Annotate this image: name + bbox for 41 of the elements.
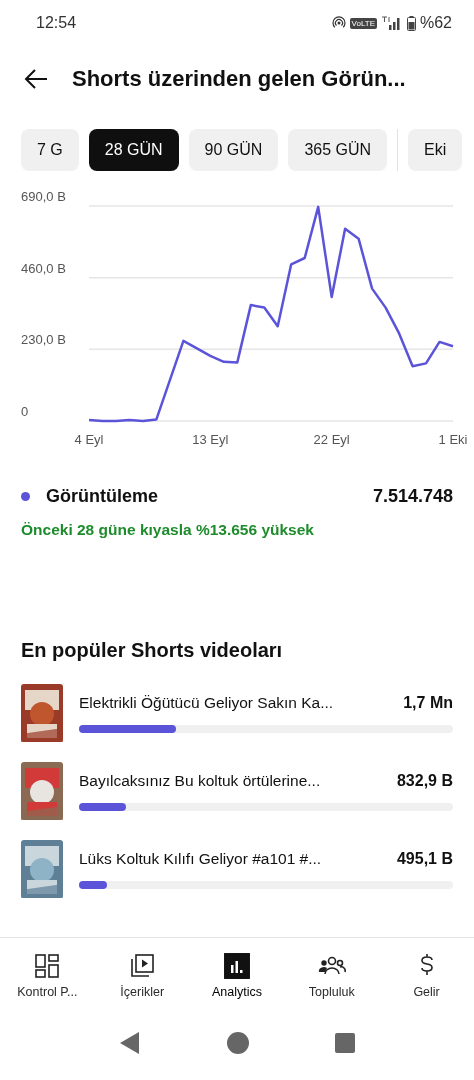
range-chip[interactable]: 365 GÜN xyxy=(288,129,388,171)
nav-tab[interactable]: Gelir xyxy=(379,940,474,1012)
metric-value: 7.514.748 xyxy=(372,486,453,507)
x-axis-label: 22 Eyl xyxy=(313,432,350,447)
nav-tab[interactable]: Topluluk xyxy=(284,940,380,1012)
x-axis-label: 13 Eyl xyxy=(192,432,229,447)
battery-icon xyxy=(406,15,416,31)
y-axis-label: 690,0 B xyxy=(21,189,66,204)
view-count: 832,9 B xyxy=(396,771,453,790)
video-title[interactable]: Lüks Koltuk Kılıfı Geliyor #a101 #... xyxy=(79,849,322,868)
range-chip[interactable]: 90 GÜN xyxy=(188,129,279,171)
status-time: 12:54 xyxy=(36,14,77,32)
view-count: 495,1 B xyxy=(396,849,453,868)
back-button[interactable] xyxy=(22,67,50,91)
x-axis-label: 1 Eki xyxy=(438,432,468,447)
y-axis-label: 0 xyxy=(21,404,29,419)
nav-tab[interactable]: İçerikler xyxy=(94,940,190,1012)
range-chip[interactable]: Eki xyxy=(408,129,463,171)
analytics-icon xyxy=(224,953,250,979)
range-chip[interactable]: 28 GÜN xyxy=(88,129,179,171)
video-title[interactable]: Elektrikli Öğütücü Geliyor Sakın Ka... xyxy=(79,693,334,712)
y-axis-label: 230,0 B xyxy=(21,332,66,348)
back-nav-icon[interactable] xyxy=(119,1031,141,1055)
nav-tab[interactable]: Kontrol P... xyxy=(0,940,95,1012)
metric-label: Görüntüleme xyxy=(46,486,159,507)
home-nav-icon[interactable] xyxy=(227,1032,249,1054)
comparison-text: Önceki 28 güne kıyasla %13.656 yüksek xyxy=(21,521,315,539)
battery-level: %62 xyxy=(419,14,452,32)
network-badge: VoLTE xyxy=(349,17,377,29)
video-title[interactable]: Bayılcaksınız Bu koltuk örtülerine... xyxy=(79,771,321,790)
y-axis-label: 460,0 B xyxy=(21,260,66,276)
nav-tab[interactable]: Analytics xyxy=(189,940,285,1012)
video-library-icon xyxy=(129,953,156,979)
section-title: En popüler Shorts videoları xyxy=(21,639,284,662)
view-count: 1,7 Mn xyxy=(403,693,453,712)
signal-icon xyxy=(380,16,403,30)
dashboard-icon xyxy=(34,953,61,979)
x-axis-label: 4 Eyl xyxy=(74,432,104,447)
range-chip[interactable]: 7 G xyxy=(21,129,79,171)
hotspot-icon xyxy=(331,16,346,30)
page-title: Shorts üzerinden gelen Görün... xyxy=(72,66,406,92)
